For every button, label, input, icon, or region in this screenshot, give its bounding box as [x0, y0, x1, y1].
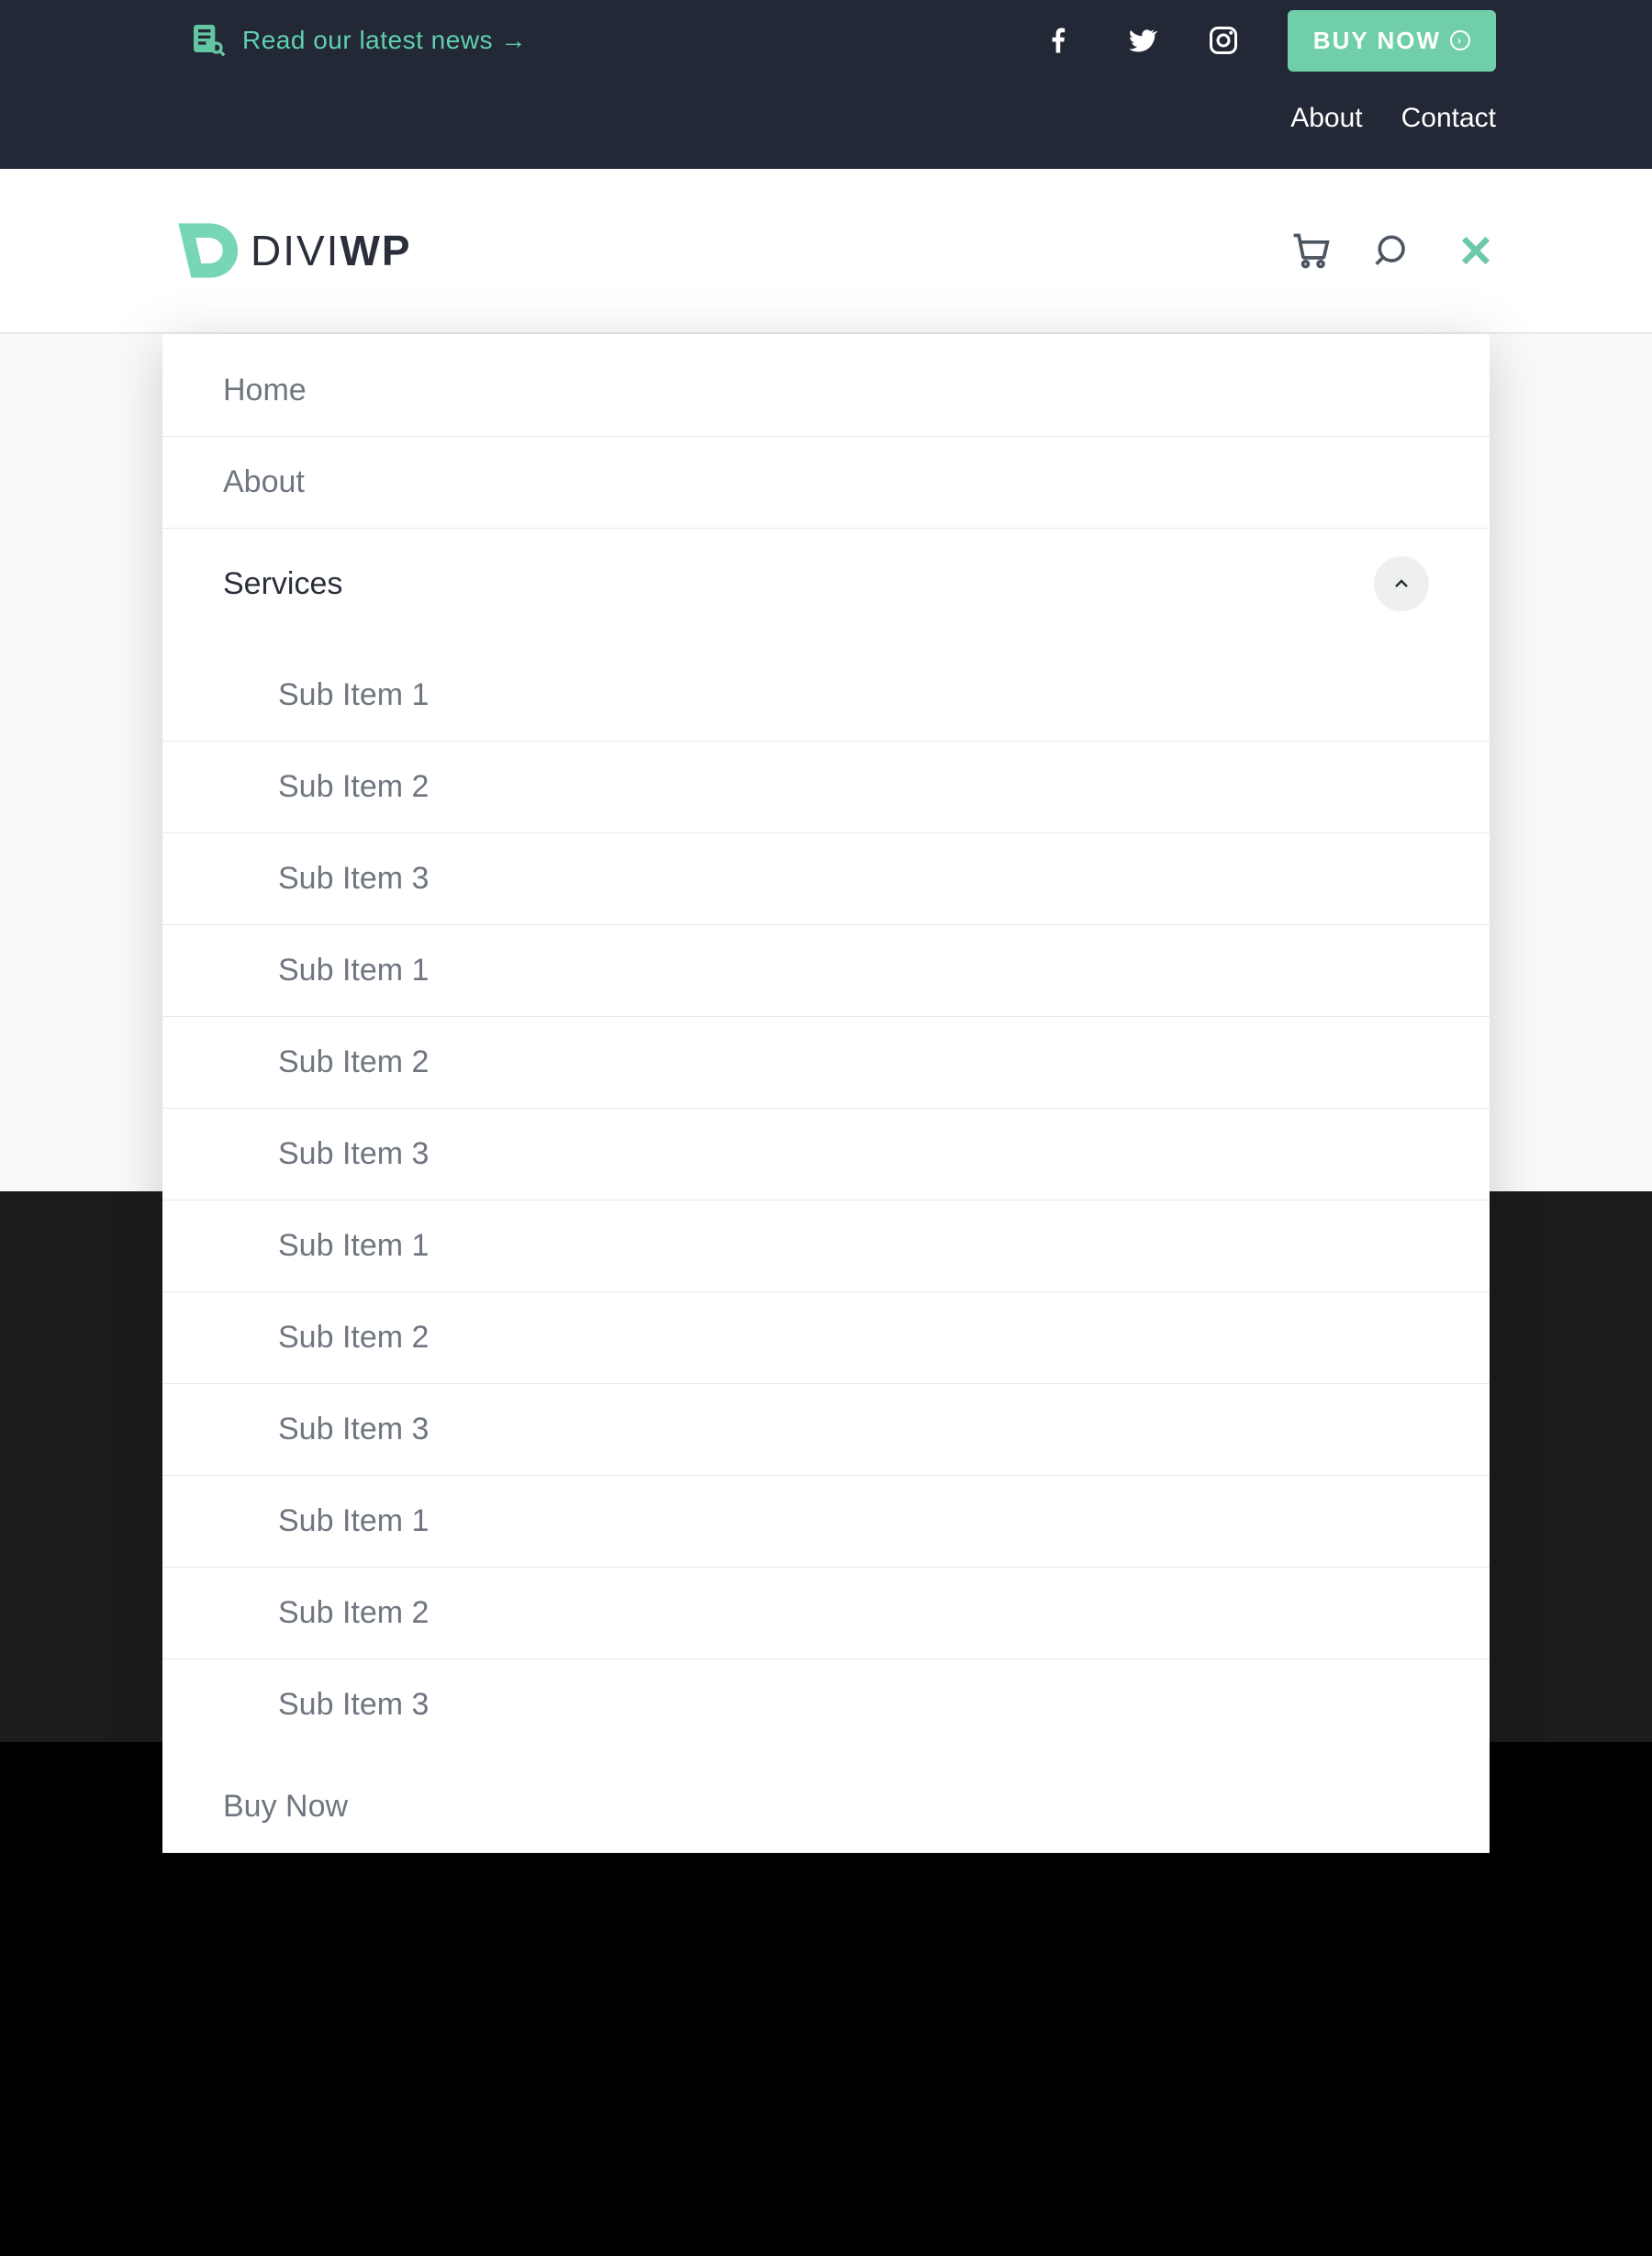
menu-label: Services	[223, 566, 342, 602]
collapse-toggle[interactable]	[1374, 556, 1429, 611]
submenu-item[interactable]: Sub Item 1	[162, 1200, 1490, 1291]
submenu-item[interactable]: Sub Item 3	[162, 832, 1490, 924]
submenu-item[interactable]: Sub Item 3	[162, 1658, 1490, 1750]
submenu-label: Sub Item 2	[278, 1044, 429, 1080]
menu-item-services[interactable]: Services	[162, 528, 1490, 639]
buy-now-button[interactable]: BUY NOW ›	[1288, 10, 1496, 72]
services-submenu: Sub Item 1 Sub Item 2 Sub Item 3 Sub Ite…	[162, 639, 1490, 1750]
submenu-item[interactable]: Sub Item 3	[162, 1383, 1490, 1475]
submenu-item[interactable]: Sub Item 2	[162, 1567, 1490, 1658]
menu-label: Buy Now	[223, 1789, 348, 1825]
menu-item-buy-now[interactable]: Buy Now	[162, 1750, 1490, 1853]
instagram-icon[interactable]	[1207, 24, 1240, 57]
main-header: DIVIWP	[0, 169, 1652, 334]
news-link[interactable]: Read our latest news →	[242, 26, 527, 55]
submenu-label: Sub Item 3	[278, 1412, 429, 1447]
submenu-item[interactable]: Sub Item 1	[162, 1475, 1490, 1567]
submenu-label: Sub Item 2	[278, 769, 429, 805]
submenu-item[interactable]: Sub Item 1	[162, 639, 1490, 741]
close-menu-icon[interactable]	[1456, 230, 1496, 271]
logo-text: DIVIWP	[251, 226, 412, 275]
facebook-icon[interactable]	[1042, 24, 1075, 57]
menu-label: About	[223, 464, 305, 500]
submenu-item[interactable]: Sub Item 2	[162, 1291, 1490, 1383]
topnav-about[interactable]: About	[1290, 103, 1362, 134]
search-icon[interactable]	[1373, 230, 1413, 271]
submenu-label: Sub Item 1	[278, 1503, 429, 1539]
secondary-nav: About Contact	[189, 81, 1496, 169]
menu-item-about[interactable]: About	[162, 436, 1490, 528]
social-links	[1042, 24, 1240, 57]
submenu-item[interactable]: Sub Item 3	[162, 1108, 1490, 1200]
menu-item-home[interactable]: Home	[162, 334, 1490, 436]
submenu-item[interactable]: Sub Item 2	[162, 741, 1490, 832]
submenu-label: Sub Item 1	[278, 677, 429, 713]
arrow-circle-icon: ›	[1450, 30, 1470, 50]
buy-now-label: BUY NOW	[1313, 27, 1441, 55]
news-icon	[189, 20, 226, 61]
submenu-label: Sub Item 3	[278, 1687, 429, 1723]
submenu-label: Sub Item 3	[278, 1136, 429, 1172]
announcement-bar: Read our latest news → BUY NOW › About C…	[0, 0, 1652, 169]
submenu-item[interactable]: Sub Item 1	[162, 924, 1490, 1016]
topnav-contact[interactable]: Contact	[1401, 103, 1496, 134]
submenu-label: Sub Item 1	[278, 1228, 429, 1264]
twitter-icon[interactable]	[1124, 24, 1157, 57]
mobile-menu-panel: Home About Services Sub Item 1 Sub Item …	[162, 334, 1490, 1853]
submenu-label: Sub Item 2	[278, 1320, 429, 1356]
cart-icon[interactable]	[1290, 230, 1331, 271]
logo-mark-icon	[170, 215, 241, 286]
submenu-label: Sub Item 2	[278, 1595, 429, 1631]
submenu-label: Sub Item 1	[278, 953, 429, 988]
site-logo[interactable]: DIVIWP	[170, 215, 412, 286]
submenu-label: Sub Item 3	[278, 861, 429, 897]
menu-label: Home	[223, 373, 307, 408]
submenu-item[interactable]: Sub Item 2	[162, 1016, 1490, 1108]
